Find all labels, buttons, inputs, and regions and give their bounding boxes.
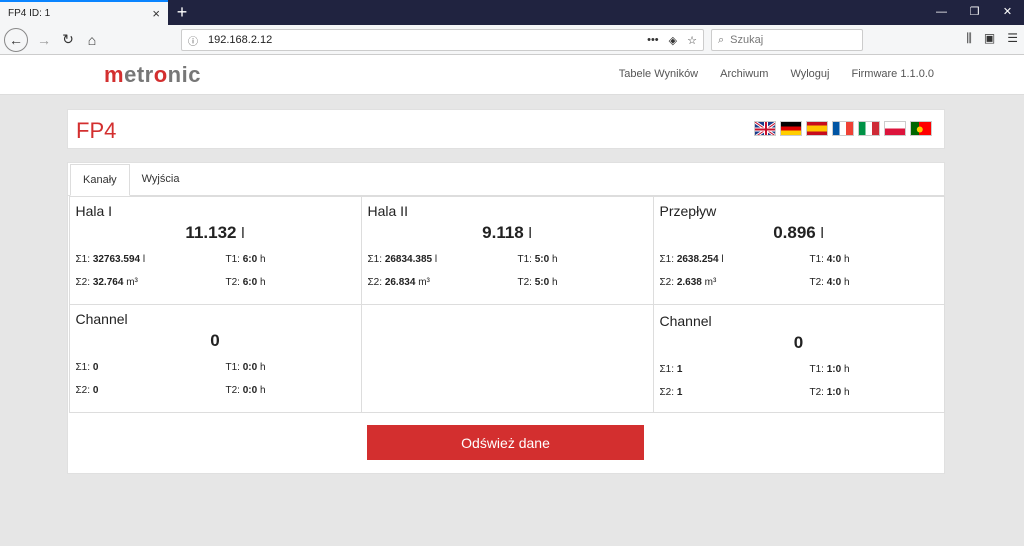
- sum2-value: 0: [92, 384, 99, 396]
- t2-value: 5:0: [534, 276, 550, 288]
- channel-name: Channel: [75, 310, 128, 327]
- sum1-value: 26834.385: [384, 253, 433, 265]
- browser-tabbar: FP4 ID: 1 × + — ❐ ✕: [0, 0, 1024, 25]
- title-panel: FP4: [67, 109, 945, 149]
- minimize-icon[interactable]: —: [925, 0, 958, 25]
- channel-name: Hala I: [75, 202, 113, 219]
- nav-tabele-wynikow[interactable]: Tabele Wyników: [619, 68, 698, 80]
- search-placeholder: Szukaj: [730, 34, 764, 46]
- menu-icon[interactable]: ☰: [1007, 31, 1018, 46]
- search-input[interactable]: ⌕ Szukaj: [711, 29, 863, 51]
- t2-value: 0:0: [242, 384, 258, 396]
- search-icon: ⌕: [718, 33, 725, 46]
- library-icon[interactable]: ⫼: [966, 31, 972, 46]
- tab-wyjscia[interactable]: Wyjścia: [130, 164, 192, 195]
- site-header: metronic Tabele Wyników Archiwum Wyloguj…: [0, 55, 1024, 95]
- channel-value: 11.132 l: [185, 222, 245, 242]
- flag-en-icon[interactable]: [754, 121, 776, 136]
- t1-value: 1:0: [826, 363, 842, 375]
- browser-tab-title: FP4 ID: 1: [8, 8, 51, 19]
- channel-value: 9.118 l: [482, 222, 532, 242]
- reload-icon[interactable]: ↻: [56, 28, 80, 52]
- t1-value: 5:0: [534, 253, 550, 265]
- sum2-value: 26.834: [384, 276, 416, 288]
- channel-card: Channel 0 Σ1: 0 T1: 0:0 h Σ2: 0 T2: 0:0 h: [68, 303, 362, 413]
- channel-card: Channel 0 Σ1: 1 T1: 1:0 h Σ2: 1 T2: 1:0 h: [652, 303, 945, 413]
- channel-name: Hala II: [367, 202, 408, 219]
- forward-icon[interactable]: →: [32, 28, 56, 52]
- sum2-value: 1: [676, 386, 683, 398]
- page-actions-icon[interactable]: •••: [647, 34, 659, 47]
- url-bar[interactable]: ⓘ 192.168.2.12 ••• ◈ ☆: [181, 29, 704, 51]
- channels-grid: Hala I 11.132 l Σ1: 32763.594 l T1: 6:0 h…: [68, 195, 945, 413]
- pocket-icon[interactable]: ◈: [669, 34, 677, 47]
- main-panel: Kanały Wyjścia Hala I 11.132 l Σ1: 32763…: [67, 162, 945, 474]
- channel-value: 0: [210, 330, 220, 350]
- top-navigation: Tabele Wyników Archiwum Wyloguj Firmware…: [619, 68, 934, 80]
- channel-name: Channel: [659, 312, 712, 329]
- sum1-value: 2638.254: [676, 253, 719, 265]
- window-controls: — ❐ ✕: [925, 0, 1024, 25]
- flag-fr-icon[interactable]: [832, 121, 854, 136]
- language-flags: [754, 121, 932, 136]
- close-window-icon[interactable]: ✕: [991, 0, 1024, 25]
- content-tabs: Kanały Wyjścia: [68, 163, 944, 196]
- sum2-value: 32.764: [92, 276, 124, 288]
- metronic-logo[interactable]: metronic: [104, 62, 201, 88]
- info-icon[interactable]: ⓘ: [188, 33, 198, 48]
- close-tab-icon[interactable]: ×: [152, 6, 160, 21]
- empty-channel-card: [360, 303, 654, 413]
- bookmark-star-icon[interactable]: ☆: [687, 34, 697, 47]
- restore-icon[interactable]: ❐: [958, 0, 991, 25]
- back-icon[interactable]: ←: [4, 27, 28, 52]
- t1-value: 6:0: [242, 253, 258, 265]
- sidebar-icon[interactable]: ▣: [984, 31, 995, 46]
- flag-es-icon[interactable]: [806, 121, 828, 136]
- t1-value: 4:0: [826, 253, 842, 265]
- nav-archiwum[interactable]: Archiwum: [720, 68, 768, 80]
- channel-value: 0.896 l: [773, 222, 824, 242]
- flag-it-icon[interactable]: [858, 121, 880, 136]
- t2-value: 4:0: [826, 276, 842, 288]
- flag-de-icon[interactable]: [780, 121, 802, 136]
- new-tab-icon[interactable]: +: [168, 0, 196, 25]
- channel-card: Przepływ 0.896 l Σ1: 2638.254 l T1: 4:0 h…: [652, 195, 945, 305]
- sum2-value: 2.638: [676, 276, 702, 288]
- url-text[interactable]: 192.168.2.12: [208, 34, 272, 46]
- t2-value: 6:0: [242, 276, 258, 288]
- t2-value: 1:0: [826, 386, 842, 398]
- nav-firmware[interactable]: Firmware 1.1.0.0: [851, 68, 934, 80]
- tab-kanaly[interactable]: Kanały: [70, 164, 130, 196]
- nav-wyloguj[interactable]: Wyloguj: [790, 68, 829, 80]
- home-icon[interactable]: ⌂: [80, 28, 104, 52]
- page-title: FP4: [76, 118, 117, 143]
- sum1-value: 0: [92, 361, 99, 373]
- browser-tab[interactable]: FP4 ID: 1 ×: [0, 0, 168, 25]
- channel-card: Hala II 9.118 l Σ1: 26834.385 l T1: 5:0 h…: [360, 195, 654, 305]
- channel-card: Hala I 11.132 l Σ1: 32763.594 l T1: 6:0 h…: [68, 195, 362, 305]
- flag-pt-icon[interactable]: [910, 121, 932, 136]
- browser-navbar: ← → ↻ ⌂ ⓘ 192.168.2.12 ••• ◈ ☆ ⌕ Szukaj …: [0, 25, 1024, 55]
- channel-value: 0: [793, 332, 804, 352]
- sum1-value: 1: [676, 363, 683, 375]
- t1-value: 0:0: [242, 361, 258, 373]
- refresh-button[interactable]: Odśwież dane: [367, 425, 644, 460]
- channel-name: Przepływ: [659, 202, 717, 219]
- flag-pl-icon[interactable]: [884, 121, 906, 136]
- sum1-value: 32763.594: [92, 253, 141, 265]
